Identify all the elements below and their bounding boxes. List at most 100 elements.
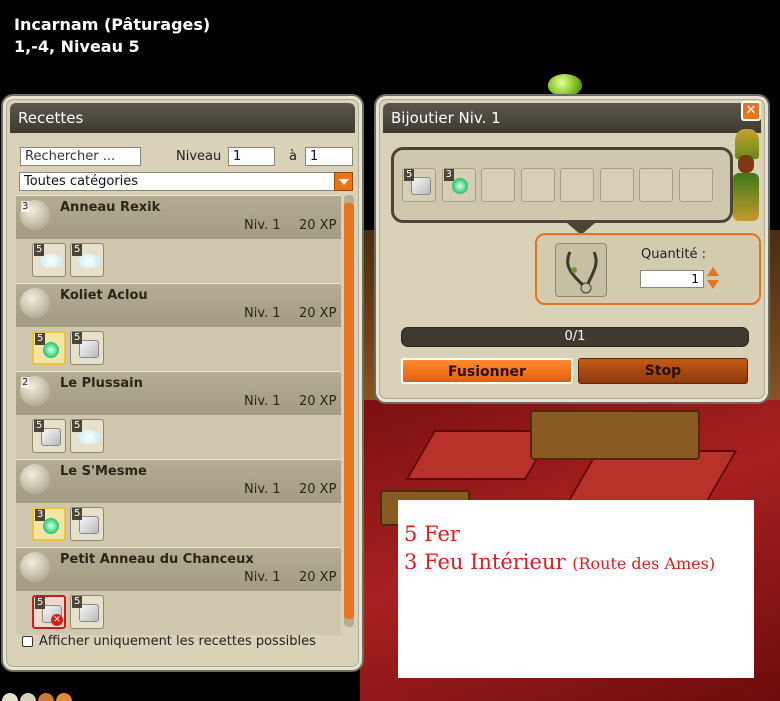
recipe-ingredients: 35 [16, 503, 341, 547]
character-face [738, 155, 754, 173]
quantity-label: Quantité : [641, 247, 706, 262]
fuse-button[interactable]: Fusionner [401, 358, 573, 384]
chevron-down-icon[interactable] [334, 172, 353, 191]
note-line-2-detail: (Route des Ames) [572, 554, 716, 573]
annotation-note: 5 Fer 3 Feu Intérieur (Route des Ames) [398, 500, 754, 678]
note-line-1: 5 Fer [404, 522, 460, 546]
bottom-shortcut-icons [0, 693, 80, 701]
recipe-header[interactable]: 3 Anneau Rexik Niv. 1 20 XP [16, 195, 341, 239]
craft-slot[interactable] [481, 168, 515, 202]
only-possible-checkbox[interactable] [22, 636, 33, 647]
missing-ingredient-icon: ✕ [51, 614, 63, 626]
result-item-slot[interactable] [555, 243, 607, 297]
recipe-search-input[interactable]: Rechercher ... [20, 147, 141, 166]
ingredient-qty: 3 [35, 509, 46, 521]
recipe-xp: 20 XP [299, 394, 337, 409]
ingredient-qty: 5 [72, 332, 83, 344]
craft-slot[interactable] [678, 168, 713, 202]
craft-slot[interactable]: 3 [441, 168, 476, 202]
craft-slot[interactable] [560, 168, 594, 202]
craft-slot[interactable] [599, 168, 634, 202]
ingredient-slot[interactable]: 3 [32, 507, 66, 541]
ingredient-qty: 5 [35, 597, 46, 609]
jeweler-window-title: Bijoutier Niv. 1 [383, 103, 761, 133]
cloud-essence-icon [39, 254, 63, 268]
recipe-icon-qty: 2 [21, 377, 30, 388]
close-button[interactable]: ✕ [741, 101, 761, 121]
ingredient-slot[interactable]: 5 [32, 243, 66, 277]
craft-slot[interactable] [639, 168, 673, 202]
recipe-list-scrollbar[interactable] [344, 195, 354, 627]
jeweler-window: Bijoutier Niv. 1 ✕ 53 Quantité : 1 0/1 F… [376, 96, 768, 402]
increment-arrow-icon[interactable] [707, 267, 719, 276]
recipe-item-icon [20, 464, 50, 494]
craft-slot-qty: 5 [404, 169, 415, 181]
note-line-2-main: 3 Feu Intérieur [404, 550, 566, 574]
ingredient-slot[interactable]: 5 [70, 331, 104, 365]
level-to-label: à [289, 149, 297, 164]
recipe-item-icon: 2 [20, 376, 50, 406]
recipe-item-icon [20, 552, 50, 582]
category-value: Toutes catégories [24, 174, 139, 189]
recipe-name: Le Plussain [60, 376, 143, 391]
recipe-ingredients: 5 ✕ 5 [16, 591, 341, 635]
recipe-header[interactable]: Petit Anneau du Chanceux Niv. 1 20 XP [16, 547, 341, 591]
recipes-window: Recettes Rechercher ... Niveau 1 à 1 Tou… [3, 96, 362, 670]
recipe-header[interactable]: Le S'Mesme Niv. 1 20 XP [16, 459, 341, 503]
ingredient-qty: 5 [72, 244, 83, 256]
scene-table [530, 410, 700, 460]
map-coords: 1,-4, Niveau 5 [14, 37, 140, 56]
map-header: Incarnam (Pâturages) 1,-4, Niveau 5 [14, 14, 210, 58]
recipe-ingredients: 55 [16, 239, 341, 283]
shortcut-icon[interactable] [2, 693, 18, 701]
recipe-ingredients: 55 [16, 327, 341, 371]
recipe-item[interactable]: Le S'Mesme Niv. 1 20 XP 3 5 [16, 459, 341, 547]
only-possible-toggle[interactable]: Afficher uniquement les recettes possibl… [22, 634, 316, 649]
scrollbar-thumb[interactable] [344, 203, 354, 619]
ingredient-slot[interactable]: 5 [32, 331, 66, 365]
craft-result-box: Quantité : 1 [535, 233, 761, 305]
shortcut-icon[interactable] [38, 693, 54, 701]
ingredient-slot[interactable]: 5 [32, 419, 66, 453]
recipe-name: Koliet Aclou [60, 288, 148, 303]
quantity-input[interactable]: 1 [640, 270, 704, 288]
recipe-item[interactable]: 2 Le Plussain Niv. 1 20 XP 5 5 [16, 371, 341, 459]
inner-fire-icon [43, 342, 59, 358]
recipe-ingredients: 55 [16, 415, 341, 459]
level-max-input[interactable]: 1 [305, 147, 353, 166]
recipe-xp: 20 XP [299, 482, 337, 497]
shortcut-icon[interactable] [20, 693, 36, 701]
category-select[interactable]: Toutes catégories [19, 172, 353, 191]
shortcut-icon[interactable] [56, 693, 72, 701]
ingredient-slot[interactable]: 5 [70, 595, 104, 629]
craft-slot[interactable]: 5 [402, 168, 436, 202]
ingredient-slot[interactable]: 5 [70, 507, 104, 541]
recipe-header[interactable]: 2 Le Plussain Niv. 1 20 XP [16, 371, 341, 415]
craft-ingredients-zone: 53 [391, 147, 733, 223]
craft-slot[interactable] [520, 168, 555, 202]
recipe-item[interactable]: Petit Anneau du Chanceux Niv. 1 20 XP 5 ✕ 5 [16, 547, 341, 635]
decrement-arrow-icon[interactable] [707, 280, 719, 289]
recipe-item-icon [20, 288, 50, 318]
recipe-xp: 20 XP [299, 218, 337, 233]
ingredient-slot[interactable]: 5 [70, 419, 104, 453]
level-min-input[interactable]: 1 [228, 147, 275, 166]
ingredient-slot[interactable]: 5 [70, 243, 104, 277]
recipe-item[interactable]: Koliet Aclou Niv. 1 20 XP 5 5 [16, 283, 341, 371]
necklace-icon [566, 251, 598, 294]
ingredient-qty: 5 [34, 244, 45, 256]
cloud-essence-icon [77, 430, 101, 444]
location-name: Incarnam (Pâturages) [14, 15, 211, 34]
ingredient-slot[interactable]: 5 ✕ [32, 595, 66, 629]
stop-button[interactable]: Stop [578, 358, 748, 384]
recipe-level: Niv. 1 [244, 570, 281, 585]
recipe-level: Niv. 1 [244, 306, 281, 321]
recipe-header[interactable]: Koliet Aclou Niv. 1 20 XP [16, 283, 341, 327]
recipe-name: Petit Anneau du Chanceux [60, 552, 254, 567]
recipe-list: 3 Anneau Rexik Niv. 1 20 XP 5 5 Koliet Aclou Ni… [16, 195, 341, 635]
recipes-window-title: Recettes [10, 103, 355, 133]
recipe-item[interactable]: 3 Anneau Rexik Niv. 1 20 XP 5 5 [16, 195, 341, 283]
only-possible-label: Afficher uniquement les recettes possibl… [39, 634, 316, 649]
quantity-stepper[interactable] [707, 267, 719, 291]
recipe-item-icon: 3 [20, 200, 50, 230]
